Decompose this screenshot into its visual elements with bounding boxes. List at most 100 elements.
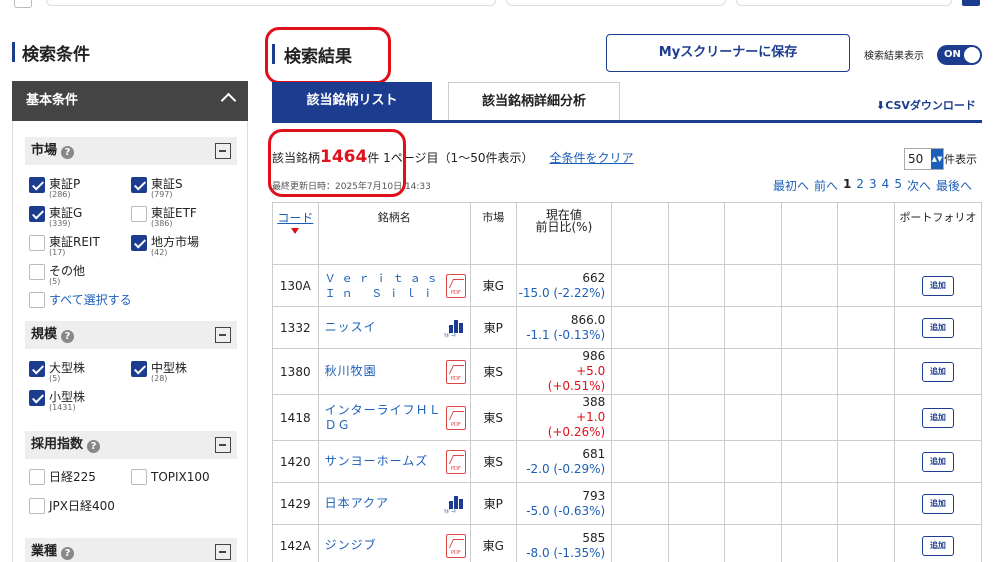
help-icon[interactable]: ? bbox=[87, 440, 101, 453]
table-row: 1332 ニッスイ ﾘﾎﾟｰﾄ 東P 866.0 -1.1 (-0.13%) 追加 bbox=[272, 306, 983, 349]
size-checkbox-large[interactable]: 大型株 (5) bbox=[29, 361, 85, 383]
market-checkbox-growth[interactable]: 東証G (339) bbox=[29, 206, 82, 228]
stock-name-link[interactable]: Ｖｅｒｉｔａｓ Ｉｎ Ｓｉｌｉ bbox=[325, 271, 446, 301]
checkbox-icon[interactable] bbox=[131, 235, 147, 251]
index-checkbox-nikkei225[interactable]: 日経225 bbox=[29, 469, 96, 485]
pager-page-3[interactable]: 3 bbox=[869, 177, 877, 194]
size-checkbox-mid[interactable]: 中型株 (28) bbox=[131, 361, 187, 383]
add-portfolio-button[interactable]: 追加 bbox=[921, 451, 954, 472]
add-portfolio-button[interactable]: 追加 bbox=[921, 275, 954, 296]
checkbox-icon[interactable] bbox=[29, 291, 45, 308]
sidebar-title: 検索条件 bbox=[12, 40, 90, 65]
pager-last[interactable]: 最後へ bbox=[936, 177, 972, 194]
chevron-up-icon[interactable] bbox=[220, 92, 237, 109]
empty-cell bbox=[611, 482, 669, 525]
stock-name-link[interactable]: 日本アクア bbox=[325, 496, 389, 511]
empty-cell bbox=[780, 394, 839, 441]
results-toggle[interactable]: ON bbox=[937, 45, 982, 65]
pager-next[interactable]: 次へ bbox=[907, 177, 931, 194]
clear-conditions-link[interactable]: 全条件をクリア bbox=[549, 149, 633, 166]
add-portfolio-button[interactable]: 追加 bbox=[921, 493, 954, 514]
stock-name-link[interactable]: サンヨーホームズ bbox=[325, 454, 429, 469]
market-checkbox-prime[interactable]: 東証P (286) bbox=[29, 177, 80, 199]
report-icon[interactable]: ﾘﾎﾟｰﾄ bbox=[444, 493, 466, 515]
tab-stock-list[interactable]: 該当銘柄リスト bbox=[272, 82, 432, 120]
checkbox-icon[interactable] bbox=[131, 206, 147, 222]
select-all-markets[interactable]: すべて選択する bbox=[29, 291, 132, 308]
stock-name-link[interactable]: 秋川牧園 bbox=[325, 364, 377, 379]
stock-name-link[interactable]: ジンジブ bbox=[325, 538, 377, 553]
checkbox-icon[interactable] bbox=[29, 498, 45, 514]
search-submit-icon[interactable] bbox=[962, 0, 980, 6]
search-bar-segment[interactable] bbox=[506, 0, 726, 6]
pdf-icon[interactable]: PDF bbox=[445, 405, 466, 430]
empty-cell bbox=[724, 524, 782, 562]
stock-price-cell: 681 -2.0 (-0.29%) bbox=[515, 440, 613, 483]
pdf-icon[interactable]: PDF bbox=[445, 533, 466, 558]
checkbox-icon[interactable] bbox=[131, 361, 147, 377]
index-checkbox-topix100[interactable]: TOPIX100 bbox=[131, 469, 210, 485]
checkbox-icon[interactable] bbox=[29, 361, 45, 377]
checkbox-icon[interactable] bbox=[131, 177, 147, 193]
add-portfolio-button[interactable]: 追加 bbox=[921, 407, 954, 428]
tab-detail-analysis[interactable]: 該当銘柄詳細分析 bbox=[448, 82, 620, 120]
checkbox-icon[interactable] bbox=[29, 264, 45, 280]
chevron-updown-icon[interactable]: ▲▼ bbox=[931, 149, 943, 169]
market-checkbox-reit[interactable]: 東証REIT (17) bbox=[29, 235, 100, 257]
add-portfolio-button[interactable]: 追加 bbox=[921, 317, 954, 338]
checkbox-icon[interactable] bbox=[29, 206, 45, 222]
pagination: 最初へ 前へ 1 2 3 4 5 次へ 最後へ bbox=[773, 177, 972, 194]
market-checkbox-etf[interactable]: 東証ETF (386) bbox=[131, 206, 197, 228]
checkbox-label: 東証REIT bbox=[49, 235, 100, 249]
checkbox-icon[interactable] bbox=[29, 177, 45, 193]
pager-page-5[interactable]: 5 bbox=[894, 177, 902, 194]
checkbox-label: 東証ETF bbox=[151, 206, 197, 220]
pager-prev[interactable]: 前へ bbox=[814, 177, 838, 194]
csv-download-link[interactable]: ⬇CSVダウンロード bbox=[876, 97, 976, 113]
header-empty bbox=[837, 202, 895, 265]
empty-cell bbox=[667, 348, 726, 395]
pager-page-4[interactable]: 4 bbox=[882, 177, 890, 194]
select-all-link[interactable]: すべて選択する bbox=[49, 291, 132, 308]
collapse-icon[interactable] bbox=[215, 327, 231, 343]
collapse-icon[interactable] bbox=[215, 437, 231, 453]
empty-cell bbox=[837, 264, 895, 307]
index-checkbox-jpx400[interactable]: JPX日経400 bbox=[29, 498, 115, 514]
help-icon[interactable]: ? bbox=[61, 547, 75, 560]
checkbox-icon[interactable] bbox=[29, 390, 45, 406]
sort-code-link[interactable]: コード bbox=[277, 211, 313, 225]
header-code[interactable]: コード bbox=[272, 202, 319, 265]
empty-cell bbox=[837, 440, 895, 483]
market-checkbox-standard[interactable]: 東証S (797) bbox=[131, 177, 183, 199]
stock-price: 866.0 bbox=[570, 312, 606, 327]
pdf-icon[interactable]: PDF bbox=[445, 273, 466, 298]
search-bar-segment[interactable] bbox=[736, 0, 952, 6]
pager-first[interactable]: 最初へ bbox=[773, 177, 809, 194]
size-checkbox-small[interactable]: 小型株 (1431) bbox=[29, 390, 85, 412]
checkbox-icon[interactable] bbox=[131, 469, 147, 485]
pager-page-2[interactable]: 2 bbox=[856, 177, 864, 194]
market-checkbox-other[interactable]: その他 (5) bbox=[29, 264, 85, 286]
collapse-icon[interactable] bbox=[215, 143, 231, 159]
pdf-icon[interactable]: PDF bbox=[445, 449, 466, 474]
save-screener-button[interactable]: Myスクリーナーに保存 bbox=[606, 34, 850, 72]
help-icon[interactable]: ? bbox=[61, 146, 75, 159]
stock-price: 662 bbox=[582, 270, 606, 285]
collapse-icon[interactable] bbox=[215, 544, 231, 560]
help-icon[interactable]: ? bbox=[61, 330, 75, 343]
stock-name-link[interactable]: インターライフＨＬＤＧ bbox=[325, 403, 446, 433]
add-portfolio-button[interactable]: 追加 bbox=[921, 361, 954, 382]
add-portfolio-button[interactable]: 追加 bbox=[921, 535, 954, 556]
market-checkbox-regional[interactable]: 地方市場 (42) bbox=[131, 235, 199, 257]
menu-icon[interactable] bbox=[14, 0, 32, 8]
report-icon[interactable]: ﾘﾎﾟｰﾄ bbox=[444, 317, 466, 339]
per-page-select[interactable]: 50 ▲▼ bbox=[904, 148, 944, 170]
checkbox-count: (339) bbox=[49, 219, 71, 228]
empty-cell bbox=[837, 306, 895, 349]
basic-conditions-header[interactable]: 基本条件 bbox=[12, 81, 248, 121]
stock-name-link[interactable]: ニッスイ bbox=[325, 320, 377, 335]
checkbox-icon[interactable] bbox=[29, 469, 45, 485]
checkbox-icon[interactable] bbox=[29, 235, 45, 251]
pdf-icon[interactable]: PDF bbox=[445, 359, 466, 384]
search-bar-segment[interactable] bbox=[46, 0, 496, 6]
